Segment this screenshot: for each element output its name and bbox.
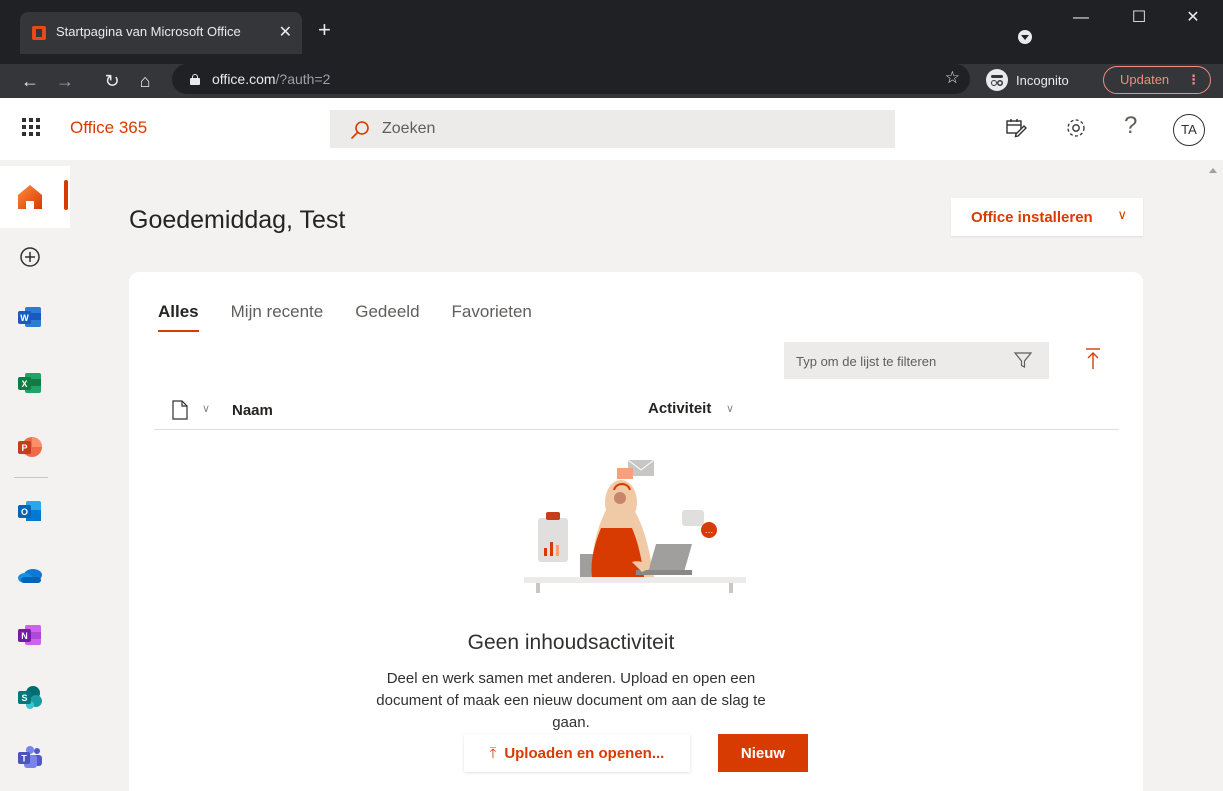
url-host: office.com: [212, 71, 276, 87]
lock-icon[interactable]: [190, 74, 200, 85]
window-maximize-button[interactable]: ☐: [1116, 6, 1162, 30]
incognito-indicator[interactable]: Incognito: [986, 67, 1069, 93]
svg-text:S: S: [21, 693, 27, 703]
new-document-button[interactable]: Nieuw: [718, 734, 808, 772]
table-header: ∨ Naam Activiteit ∨: [154, 392, 1119, 430]
column-header-activity[interactable]: Activiteit: [648, 400, 711, 417]
tab-all[interactable]: Alles: [158, 302, 199, 332]
svg-text:T: T: [21, 754, 27, 764]
browser-tab[interactable]: Startpagina van Microsoft Office ✕: [20, 12, 302, 54]
upload-icon: ⤒: [489, 744, 497, 762]
svg-text:N: N: [21, 631, 28, 641]
word-icon[interactable]: W: [15, 302, 45, 332]
tab-title: Startpagina van Microsoft Office: [56, 24, 241, 39]
tab-shared[interactable]: Gedeeld: [355, 302, 419, 332]
page-scrollbar[interactable]: [1205, 160, 1223, 791]
column-header-name[interactable]: Naam: [232, 402, 273, 419]
sharepoint-icon[interactable]: S: [15, 682, 45, 712]
window-close-button[interactable]: ✕: [1170, 6, 1216, 30]
chevron-down-icon[interactable]: ∨: [726, 402, 734, 415]
excel-icon[interactable]: X: [15, 368, 45, 398]
greeting: Goedemiddag, Test: [129, 206, 346, 234]
tab-close-icon[interactable]: ✕: [279, 22, 292, 42]
incognito-label: Incognito: [1016, 72, 1069, 88]
list-filter[interactable]: [784, 342, 1049, 379]
brand-title[interactable]: Office 365: [70, 118, 147, 138]
upload-open-button[interactable]: ⤒ Uploaden en openen...: [464, 734, 690, 772]
back-button[interactable]: ←: [16, 67, 44, 95]
office-header: Office 365 ? TA: [0, 98, 1223, 160]
chrome-menu-icon: ⋮: [1187, 72, 1200, 87]
home-icon: [18, 185, 42, 209]
app-rail: W X P O N S T: [0, 160, 72, 791]
empty-state-illustration: …: [524, 459, 746, 593]
active-indicator: [64, 180, 68, 210]
create-icon[interactable]: [15, 242, 45, 272]
browser-tabstrip: Startpagina van Microsoft Office ✕ + — ☐…: [0, 0, 1223, 64]
document-icon[interactable]: [172, 400, 188, 420]
address-bar[interactable]: office.com/?auth=2 ☆: [172, 64, 970, 94]
forward-button[interactable]: →: [51, 67, 79, 95]
feedback-icon[interactable]: [1004, 116, 1028, 140]
documents-card: Alles Mijn recente Gedeeld Favorieten ∨ …: [129, 272, 1143, 791]
app-launcher-icon[interactable]: [22, 118, 40, 136]
outlook-icon[interactable]: O: [15, 496, 45, 526]
tab-favorites[interactable]: Favorieten: [452, 302, 532, 332]
search-box[interactable]: [330, 110, 895, 148]
svg-text:…: …: [705, 525, 714, 535]
update-label: Updaten: [1120, 72, 1170, 87]
rail-item-home[interactable]: [0, 166, 70, 228]
url-path: /?auth=2: [275, 71, 331, 87]
upload-icon[interactable]: [1084, 346, 1102, 372]
bookmark-star-icon[interactable]: ☆: [945, 68, 960, 88]
gear-icon[interactable]: [1064, 116, 1088, 140]
install-office-button[interactable]: Office installeren ∨: [951, 198, 1143, 236]
onedrive-icon[interactable]: [15, 560, 45, 590]
filter-icon[interactable]: [1013, 350, 1033, 370]
filter-input[interactable]: [796, 351, 1001, 371]
svg-text:X: X: [21, 379, 27, 389]
help-icon[interactable]: ?: [1124, 112, 1137, 140]
svg-text:P: P: [21, 443, 27, 453]
url-text: office.com/?auth=2: [212, 71, 330, 87]
install-office-label: Office installeren: [971, 208, 1093, 226]
tab-recent[interactable]: Mijn recente: [231, 302, 324, 332]
incognito-icon: [986, 69, 1008, 91]
svg-text:O: O: [21, 507, 28, 517]
empty-state-description: Deel en werk samen met anderen. Upload e…: [376, 670, 766, 731]
office-favicon-icon: [32, 26, 46, 40]
search-input[interactable]: [382, 118, 862, 140]
teams-icon[interactable]: T: [15, 742, 45, 772]
upload-open-label: Uploaden en openen...: [504, 744, 665, 762]
new-tab-button[interactable]: +: [318, 19, 331, 41]
home-button[interactable]: ⌂: [131, 67, 159, 95]
update-button[interactable]: Updaten ⋮: [1103, 66, 1211, 94]
browser-toolbar: ← → ↻ ⌂ office.com/?auth=2 ☆ Incognito U…: [0, 64, 1223, 98]
scroll-up-icon[interactable]: [1209, 168, 1217, 173]
document-tabs: Alles Mijn recente Gedeeld Favorieten: [158, 302, 564, 332]
reload-button[interactable]: ↻: [98, 67, 126, 95]
onenote-icon[interactable]: N: [15, 620, 45, 650]
powerpoint-icon[interactable]: P: [15, 432, 45, 462]
svg-text:W: W: [20, 313, 29, 323]
chevron-down-icon[interactable]: ∨: [202, 402, 210, 415]
avatar[interactable]: TA: [1173, 114, 1205, 146]
tab-search-icon[interactable]: [1018, 30, 1032, 44]
rail-divider: [14, 477, 48, 478]
chevron-down-icon: ∨: [1117, 207, 1127, 222]
empty-state-title: Geen inhoudsactiviteit: [467, 631, 675, 654]
window-minimize-button[interactable]: —: [1058, 6, 1104, 30]
search-icon: [351, 121, 369, 139]
